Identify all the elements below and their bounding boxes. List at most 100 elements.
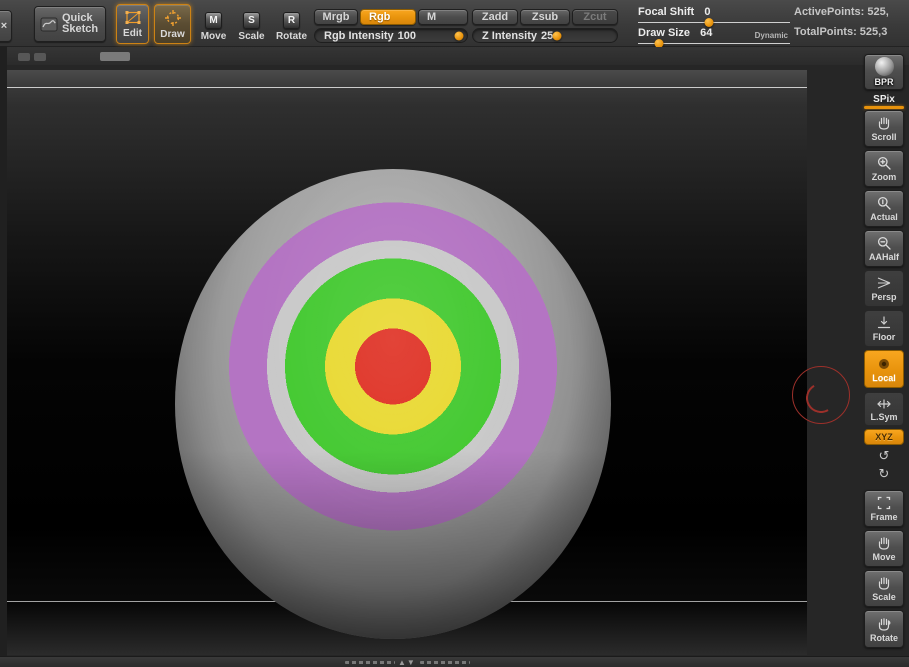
sidebar-button-rotate[interactable]: Rotate bbox=[864, 610, 904, 648]
secondary-strip bbox=[0, 47, 909, 65]
move-hand-icon bbox=[876, 535, 892, 551]
sidebar-button-move[interactable]: Move bbox=[864, 530, 904, 567]
move-label: Move bbox=[200, 30, 227, 42]
sidebar-button-actual[interactable]: Actual bbox=[864, 190, 904, 227]
rotate-ccw-button[interactable]: ↺ bbox=[867, 448, 901, 464]
partial-left-button[interactable]: × bbox=[0, 10, 12, 42]
mrgb-button[interactable]: Mrgb bbox=[314, 9, 358, 25]
zsub-label: Zsub bbox=[531, 11, 559, 23]
sidebar-button-zoom[interactable]: Zoom bbox=[864, 150, 904, 187]
m-label: M bbox=[427, 11, 437, 23]
draw-size-value: 64 bbox=[700, 27, 713, 39]
edit-label: Edit bbox=[123, 28, 142, 39]
sidebar-button-aahalf[interactable]: AAHalf bbox=[864, 230, 904, 267]
sidebar-button-bpr[interactable]: BPR bbox=[864, 54, 904, 90]
scroll-grip-left[interactable] bbox=[345, 661, 395, 664]
sidebar-button-scroll[interactable]: Scroll bbox=[864, 110, 904, 147]
scroll-hand-icon bbox=[876, 115, 892, 131]
left-edge-gutter bbox=[0, 46, 7, 667]
draw-button[interactable]: Draw bbox=[154, 4, 191, 44]
sidebar-button-lsym[interactable]: L.Sym bbox=[864, 392, 904, 426]
move-shelf-label: Move bbox=[872, 552, 896, 562]
draw-icon bbox=[164, 9, 182, 27]
bpr-label: BPR bbox=[874, 77, 894, 87]
lsym-label: L.Sym bbox=[870, 411, 898, 422]
sidebar-button-scale[interactable]: Scale bbox=[864, 570, 904, 607]
strip-segment[interactable] bbox=[34, 53, 46, 61]
dynamic-label[interactable]: Dynamic bbox=[755, 31, 788, 40]
rotate-cw-button[interactable]: ↻ bbox=[867, 466, 901, 482]
zcut-label: Zcut bbox=[583, 11, 607, 23]
focal-shift-track[interactable] bbox=[638, 22, 790, 23]
scroll-down-icon[interactable]: ▼ bbox=[407, 658, 416, 667]
move-letter-icon: M bbox=[205, 11, 222, 29]
brush-cursor-inner-arc bbox=[802, 379, 840, 417]
aahalf-label: AAHalf bbox=[868, 252, 899, 262]
zadd-button[interactable]: Zadd bbox=[472, 9, 518, 25]
rotate-hand-icon bbox=[876, 616, 892, 632]
edit-button[interactable]: Edit bbox=[116, 4, 149, 44]
zadd-label: Zadd bbox=[481, 11, 509, 23]
scroll-label: Scroll bbox=[871, 132, 897, 142]
sphere-model[interactable] bbox=[175, 169, 611, 639]
rgb-intensity-slider[interactable]: Rgb Intensity 100 bbox=[314, 28, 468, 43]
sidebar-button-frame[interactable]: Frame bbox=[864, 490, 904, 527]
rgb-button[interactable]: Rgb bbox=[360, 9, 416, 25]
local-label: Local bbox=[872, 372, 896, 383]
scroll-up-icon[interactable]: ▲ bbox=[398, 658, 407, 667]
sidebar-button-local[interactable]: Local bbox=[864, 350, 904, 388]
right-shelf: BPR SPix Scroll Zoom Actual AAHalf Persp… bbox=[857, 52, 907, 664]
rgb-intensity-label: Rgb Intensity bbox=[324, 29, 394, 42]
lsym-arrows-icon bbox=[876, 397, 892, 411]
rotate-button[interactable]: R Rotate bbox=[272, 8, 311, 45]
scale-label: Scale bbox=[238, 30, 265, 42]
z-intensity-handle[interactable] bbox=[552, 31, 562, 40]
document-canvas[interactable] bbox=[7, 70, 807, 655]
spix-control[interactable]: SPix bbox=[864, 94, 904, 109]
top-toolbar: × Quick Sketch Edit Draw M Move S Scale … bbox=[0, 0, 909, 48]
sidebar-button-floor[interactable]: Floor bbox=[864, 310, 904, 347]
brush-cursor bbox=[792, 366, 850, 424]
z-intensity-slider[interactable]: Z Intensity 25 bbox=[472, 28, 618, 43]
move-button[interactable]: M Move bbox=[197, 8, 230, 45]
floor-label: Floor bbox=[872, 332, 896, 342]
rotate-shelf-label: Rotate bbox=[869, 632, 898, 643]
scale-hand-icon bbox=[876, 575, 892, 591]
rgb-intensity-handle[interactable] bbox=[454, 31, 464, 40]
frame-label: Frame bbox=[870, 512, 898, 522]
focal-shift-slider[interactable]: Focal Shift 0 bbox=[638, 6, 790, 27]
bottom-scroll-bar[interactable]: ▲▼ bbox=[0, 656, 909, 667]
strip-segment[interactable] bbox=[18, 53, 30, 61]
sphere-shading-overlay bbox=[175, 169, 611, 639]
spix-slider-bar[interactable] bbox=[864, 106, 904, 109]
quick-sketch-button[interactable]: Quick Sketch bbox=[34, 6, 106, 42]
local-pivot-icon bbox=[876, 356, 892, 372]
rotate-letter-icon: R bbox=[283, 11, 300, 29]
actual-label: Actual bbox=[870, 212, 898, 222]
scroll-nav-arrows[interactable]: ▲▼ bbox=[398, 657, 416, 667]
focal-shift-handle[interactable] bbox=[704, 18, 714, 27]
m-button[interactable]: M bbox=[418, 9, 468, 25]
rotate-cw-icon: ↻ bbox=[878, 466, 890, 481]
persp-lines-icon bbox=[876, 275, 892, 291]
xyz-label: XYZ bbox=[875, 432, 893, 442]
scale-button[interactable]: S Scale bbox=[235, 8, 268, 45]
sidebar-button-persp[interactable]: Persp bbox=[864, 270, 904, 307]
scroll-grip-right[interactable] bbox=[420, 661, 470, 664]
draw-size-label: Draw Size bbox=[638, 27, 690, 39]
draw-size-slider[interactable]: Draw Size 64 Dynamic bbox=[638, 27, 790, 48]
total-points-readout: TotalPoints: 525,3 bbox=[794, 26, 888, 38]
sidebar-button-xyz[interactable]: XYZ bbox=[864, 429, 904, 445]
rotate-label: Rotate bbox=[275, 30, 308, 42]
scale-shelf-label: Scale bbox=[872, 592, 896, 602]
active-points-readout: ActivePoints: 525, bbox=[794, 6, 889, 18]
focal-shift-label: Focal Shift bbox=[638, 6, 695, 18]
actual-magnifier-icon bbox=[876, 195, 892, 211]
edit-icon bbox=[123, 9, 143, 26]
frame-corners-icon bbox=[876, 495, 892, 511]
strip-slider-segment[interactable] bbox=[100, 52, 130, 61]
persp-label: Persp bbox=[871, 292, 897, 302]
focal-shift-value: 0 bbox=[704, 6, 711, 18]
zsub-button[interactable]: Zsub bbox=[520, 9, 570, 25]
zoom-magnifier-icon bbox=[876, 155, 892, 171]
